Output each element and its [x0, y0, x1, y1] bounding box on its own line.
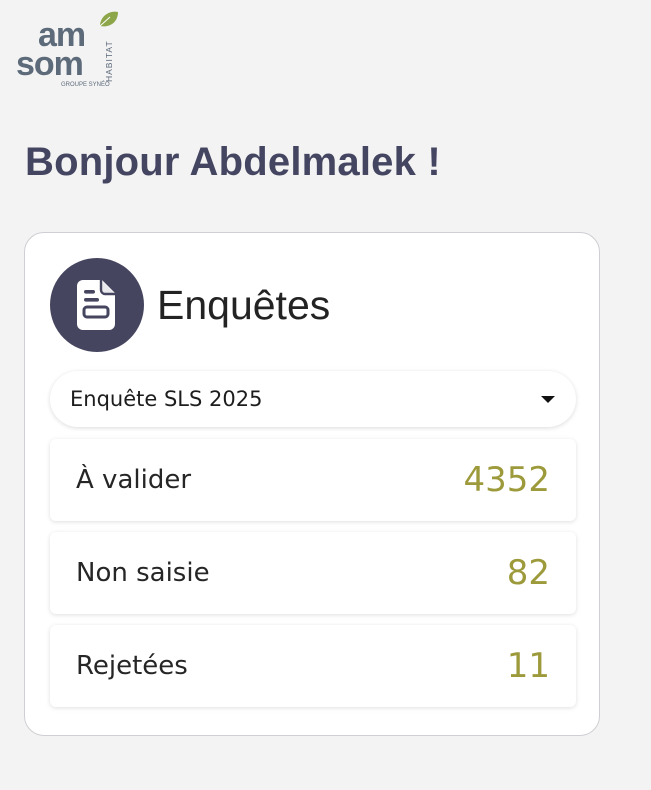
stat-value: 82 — [506, 553, 550, 593]
logo-group-text: GROUPE SYNÉO — [61, 81, 110, 88]
stat-value: 11 — [506, 646, 550, 686]
stat-row-to-validate[interactable]: À valider 4352 — [50, 439, 576, 521]
logo-side-text: HABITAT — [104, 40, 114, 82]
surveys-card: Enquêtes Enquête SLS 2025 À valider 4352… — [24, 232, 600, 736]
stat-row-rejected[interactable]: Rejetées 11 — [50, 625, 576, 707]
greeting-title: Bonjour Abdelmalek ! — [25, 140, 441, 184]
logo-line2: som — [16, 45, 83, 83]
survey-select[interactable]: Enquête SLS 2025 — [50, 371, 576, 427]
stat-label: Non saisie — [76, 558, 210, 588]
stat-row-not-entered[interactable]: Non saisie 82 — [50, 532, 576, 614]
stat-label: À valider — [76, 465, 192, 495]
card-title: Enquêtes — [157, 281, 331, 328]
stat-value: 4352 — [463, 460, 550, 500]
amsom-habitat-logo[interactable]: am som HABITAT GROUPE SYNÉO — [14, 8, 124, 92]
caret-down-icon[interactable] — [541, 395, 555, 403]
card-header: Enquêtes — [50, 258, 330, 352]
stat-label: Rejetées — [76, 651, 188, 681]
document-icon — [50, 258, 144, 352]
survey-select-value: Enquête SLS 2025 — [70, 387, 263, 411]
dashboard-page: am som HABITAT GROUPE SYNÉO Bonjour Abde… — [0, 0, 651, 790]
